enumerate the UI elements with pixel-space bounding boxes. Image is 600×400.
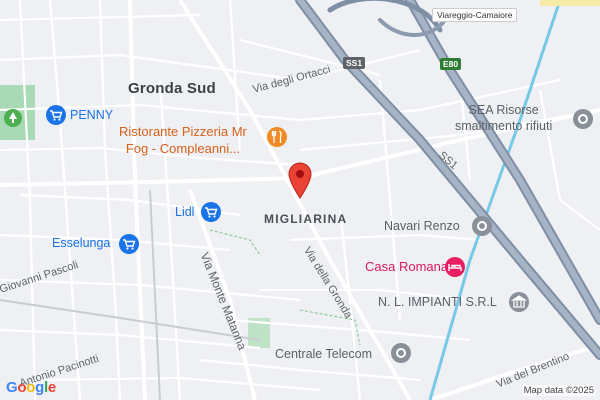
poi-label-casa-romana[interactable]: Casa Romana (365, 259, 448, 274)
poi-label-centrale-telecom[interactable]: Centrale Telecom (275, 346, 372, 362)
shopping-cart-icon[interactable] (118, 233, 140, 255)
building-icon[interactable] (508, 291, 530, 313)
poi-label-ristorante-line1: Ristorante Pizzeria Mr (119, 124, 247, 139)
location-dot-icon[interactable] (390, 342, 412, 364)
map-pin-icon[interactable] (286, 160, 314, 200)
poi-label-penny[interactable]: PENNY (70, 108, 113, 122)
top-road-strip (540, 0, 600, 6)
poi-label-lidl[interactable]: Lidl (175, 205, 194, 219)
poi-label-sea-risorse[interactable]: SEA Risorse smaltimento rifiuti (455, 102, 552, 134)
road-shield-ss1: SS1 (343, 57, 366, 69)
area-label-migliarina: MIGLIARINA (264, 212, 348, 226)
map-data-credit[interactable]: Map data ©2025 (521, 385, 596, 396)
poi-label-ristorante-line2: Fog - Compleanni... (125, 141, 241, 156)
shopping-cart-icon[interactable] (200, 201, 222, 223)
bed-icon[interactable] (444, 256, 466, 278)
area-label-gronda-sud: Gronda Sud (128, 80, 216, 97)
fork-knife-icon[interactable] (266, 126, 288, 148)
road-shield-e80: E80 (440, 58, 462, 70)
poi-label-sea-line1: SEA Risorse (468, 103, 539, 117)
shopping-cart-icon[interactable] (45, 104, 67, 126)
poi-label-navari-renzo[interactable]: Navari Renzo (384, 218, 460, 234)
poi-label-ristorante[interactable]: Ristorante Pizzeria Mr Fog - Compleanni.… (119, 123, 247, 157)
poi-label-nl-impianti[interactable]: N. L. IMPIANTI S.R.L (378, 294, 497, 310)
location-dot-icon[interactable] (471, 215, 493, 237)
main-roads (0, 0, 600, 400)
railway-2 (149, 189, 161, 400)
map-base-layer (0, 0, 600, 400)
road-shield-viareggio-camaiore: Viareggio-Camaiore (432, 8, 518, 22)
google-logo: Google (6, 379, 56, 396)
tree-icon (3, 108, 23, 128)
poi-label-sea-line2: smaltimento rifiuti (455, 119, 553, 133)
poi-label-esselunga[interactable]: Esselunga (52, 236, 110, 250)
map-canvas[interactable]: Gronda Sud MIGLIARINA Via degli Ortacci … (0, 0, 600, 400)
location-dot-icon[interactable] (572, 108, 594, 130)
